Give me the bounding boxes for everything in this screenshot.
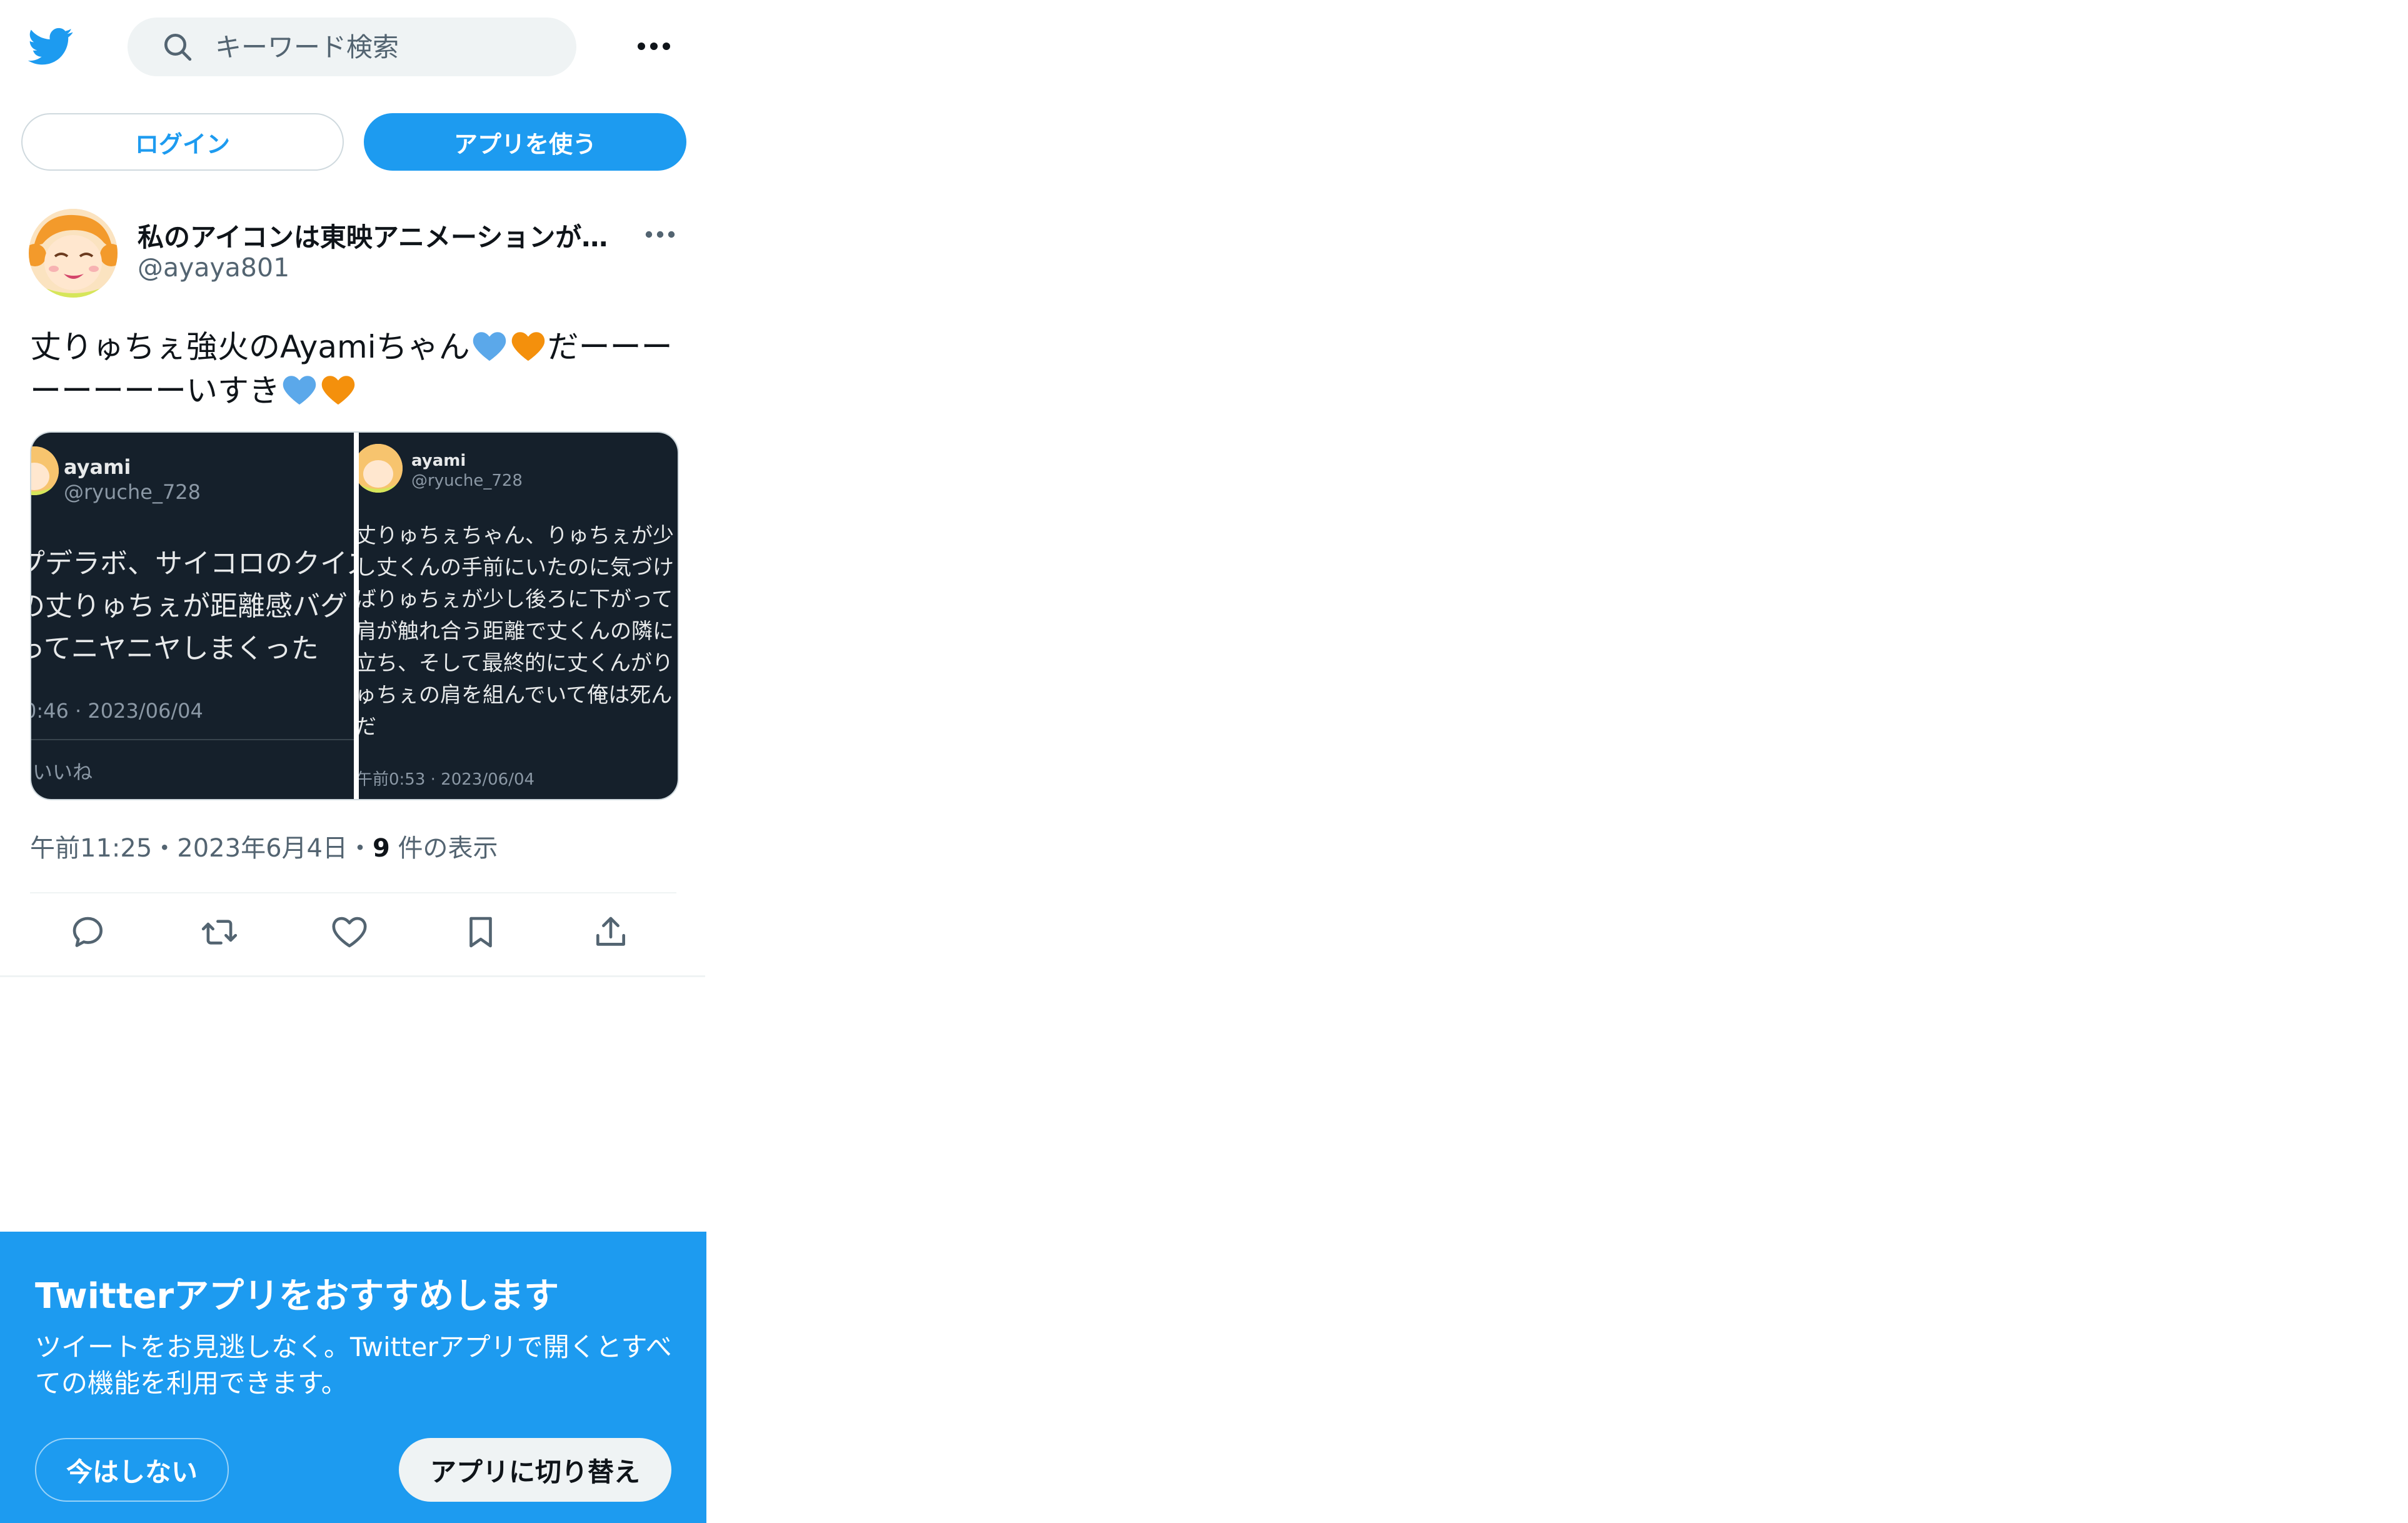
app-promo-banner: Twitterアプリをおすすめします ツイートをお見逃しなく。Twitterアプ… bbox=[0, 1232, 706, 1523]
retweet-icon[interactable] bbox=[200, 913, 239, 952]
tweet-meta: 午前11:25・2023年6月4日・9 件の表示 bbox=[30, 828, 498, 864]
media-text-line: 肩が触れ合う距離で丈くんの隣に bbox=[359, 619, 674, 644]
user-handle[interactable]: @ayaya801 bbox=[138, 253, 289, 283]
promo-title: Twitterアプリをおすすめします bbox=[35, 1276, 559, 1317]
media-text-line: ってニヤニヤしまくった bbox=[31, 633, 319, 665]
media-text-line: だ bbox=[359, 711, 674, 743]
media-image-1[interactable]: ayami @ryuche_728 プデラボ、サイコロのクイズ の丈りゅちぇが距… bbox=[31, 433, 354, 799]
media-text-line: ゅちぇの肩を組んでいて俺は死ん bbox=[359, 683, 673, 708]
search-bar[interactable] bbox=[128, 18, 576, 76]
views-label: 件の表示 bbox=[398, 834, 498, 863]
more-horizontal-icon[interactable] bbox=[644, 225, 676, 244]
tweet-text: 丈りゅちぇ強火のAyamiちゃん だーーーーーーーーいすき bbox=[30, 325, 674, 413]
media-avatar bbox=[31, 446, 59, 495]
views-count: 9 bbox=[372, 834, 390, 863]
media-divider bbox=[31, 739, 354, 740]
avatar[interactable] bbox=[29, 209, 118, 298]
orange-heart-icon bbox=[320, 373, 356, 406]
media-text-line: の丈りゅちぇが距離感バグ bbox=[31, 590, 348, 622]
media-timestamp: 0:46 · 2023/06/04 bbox=[31, 699, 203, 723]
media-image-2[interactable]: ayami @ryuche_728 丈りゅちぇちゃん、りゅちぇが少 し丈くんの手… bbox=[359, 433, 678, 799]
display-name[interactable]: 私のアイコンは東映アニメーションが… bbox=[138, 216, 619, 254]
search-input[interactable] bbox=[214, 31, 541, 63]
not-now-button[interactable]: 今はしない bbox=[35, 1438, 229, 1502]
media-timestamp: 午前0:53 · 2023/06/04 bbox=[359, 770, 535, 789]
media-name: ayami bbox=[411, 451, 466, 470]
bookmark-icon[interactable] bbox=[461, 913, 500, 952]
media-text-line: し丈くんの手前にいたのに気づけ bbox=[359, 555, 674, 580]
heart-icon[interactable] bbox=[330, 913, 369, 952]
search-icon bbox=[160, 29, 195, 64]
login-button[interactable]: ログイン bbox=[21, 113, 344, 171]
blue-heart-icon bbox=[281, 373, 318, 406]
media-avatar bbox=[359, 444, 403, 493]
tweet-actions bbox=[69, 913, 656, 952]
tweet-date[interactable]: 2023年6月4日 bbox=[177, 834, 348, 863]
media-text-line: 丈りゅちぇちゃん、りゅちぇが少 bbox=[359, 523, 674, 548]
tweet-text-part1: 丈りゅちぇ強火のAyamiちゃん bbox=[30, 329, 470, 365]
media-text: プデラボ、サイコロのクイズ の丈りゅちぇが距離感バグ ってニヤニヤしまくった bbox=[31, 543, 354, 670]
blue-heart-icon bbox=[471, 329, 508, 363]
media-likes: いいね bbox=[33, 760, 93, 784]
meta-separator: ・ bbox=[347, 834, 373, 863]
media-name: ayami bbox=[64, 455, 131, 479]
media-text-line: ばりゅちぇが少し後ろに下がって bbox=[359, 587, 673, 612]
media-handle: @ryuche_728 bbox=[411, 471, 523, 490]
media-text-line: 立ち、そして最終的に丈くんがり bbox=[359, 651, 673, 676]
media-handle: @ryuche_728 bbox=[64, 480, 201, 504]
twitter-bird-icon[interactable] bbox=[28, 24, 74, 69]
media-text-line: プデラボ、サイコロのクイズ bbox=[31, 548, 354, 580]
reply-icon[interactable] bbox=[69, 913, 108, 952]
tweet-time[interactable]: 午前11:25 bbox=[30, 834, 152, 863]
switch-to-app-button[interactable]: アプリに切り替え bbox=[399, 1438, 671, 1502]
promo-body: ツイートをお見逃しなく。Twitterアプリで開くとすべての機能を利用できます。 bbox=[35, 1332, 672, 1399]
more-horizontal-icon[interactable] bbox=[636, 34, 671, 59]
share-icon[interactable] bbox=[591, 913, 630, 952]
tweet-media[interactable]: ayami @ryuche_728 プデラボ、サイコロのクイズ の丈りゅちぇが距… bbox=[30, 431, 679, 800]
media-text: 丈りゅちぇちゃん、りゅちぇが少 し丈くんの手前にいたのに気づけ ばりゅちぇが少し… bbox=[359, 520, 674, 743]
meta-separator: ・ bbox=[152, 834, 178, 863]
divider bbox=[30, 892, 676, 893]
use-app-button[interactable]: アプリを使う bbox=[364, 113, 686, 171]
orange-heart-icon bbox=[510, 329, 546, 363]
divider bbox=[0, 975, 705, 977]
